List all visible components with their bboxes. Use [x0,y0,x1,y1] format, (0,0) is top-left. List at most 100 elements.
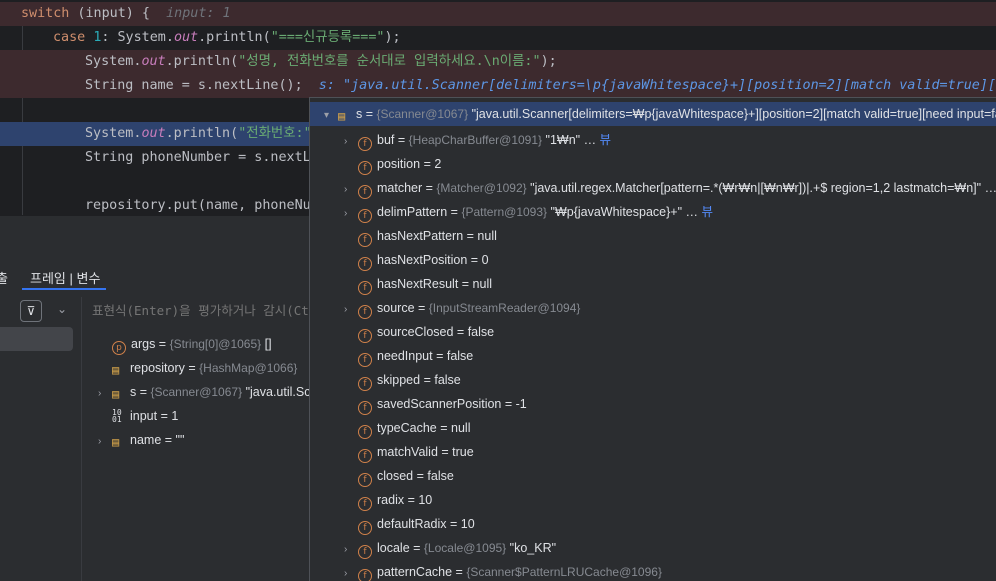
field-value: "₩p{javaWhitespace}+" [550,205,683,219]
field-name: defaultRadix [377,517,447,531]
field-name: delimPattern [377,205,448,219]
field-row[interactable]: f sourceClosed = false [344,320,494,344]
field-type: {Scanner$PatternLRUCache@1096} [466,565,662,579]
field-name: buf [377,133,395,147]
field-row[interactable]: f needInput = false [344,344,473,368]
field-row[interactable]: f skipped = false [344,368,461,392]
field-icon: f [358,353,372,367]
field-icon: f [358,233,372,247]
variable-type: {HashMap@1066} [199,361,298,375]
chevron-right-icon[interactable]: › [344,298,358,322]
popup-root-row[interactable]: ▾ ▤ s = {Scanner@1067} "java.util.Scanner[… [310,102,996,126]
variable-name: input [130,409,158,423]
view-link[interactable]: 뷰 [600,133,612,147]
field-name: hasNextResult [377,277,459,291]
code-line-1[interactable]: switch (input) { input: 1 [0,2,996,26]
field-value: null [451,421,471,435]
value-inspect-popup[interactable]: ▾ ▤ s = {Scanner@1067} "java.util.Scanner[… [309,97,996,581]
field-row[interactable]: › f patternCache = {Scanner$PatternLRUCach… [344,560,662,581]
chevron-right-icon[interactable]: › [344,538,358,562]
chevron-right-icon[interactable]: › [344,178,358,202]
field-icon: f [358,281,372,295]
numeric-variable-icon: 10 01 [112,408,122,424]
field-icon: f [358,329,372,343]
field-row[interactable]: › f delimPattern = {Pattern@1093} "₩p{java… [344,200,713,224]
field-row[interactable]: f hasNextResult = null [344,272,492,296]
chevron-right-icon[interactable]: › [344,202,358,226]
field-row[interactable]: f radix = 10 [344,488,432,512]
view-link[interactable]: 뷰 [701,205,713,219]
field-row[interactable]: f matchValid = true [344,440,474,464]
field-ref: out [141,126,166,141]
chevron-down-icon[interactable]: ▾ [324,104,338,128]
field-row[interactable]: f hasNextPosition = 0 [344,248,489,272]
chevron-right-icon[interactable]: › [344,130,358,154]
code-text: .println( [165,54,239,69]
field-row[interactable]: f hasNextPattern = null [344,224,497,248]
field-name: savedScannerPosition [377,397,502,411]
chevron-right-icon[interactable]: › [344,562,358,581]
chevron-right-icon[interactable]: › [98,430,112,454]
field-name: matchValid [377,445,438,459]
code-line-2[interactable]: case 1: System.out.println("===신규등록===")… [0,26,996,50]
field-value: 10 [460,517,475,531]
field-icon: f [358,473,372,487]
variable-name: args [131,337,156,351]
variable-name: name [130,433,162,447]
field-value: false [427,469,454,483]
code-text: .println( [198,30,271,45]
code-line-3[interactable]: System.out.println("성명, 전화번호를 순서대로 입력하세요… [0,50,996,74]
field-icon: f [358,425,372,439]
field-row[interactable]: › f source = {InputStreamReader@1094} [344,296,580,320]
code-line-4[interactable]: String name = s.nextLine(); s: "java.uti… [0,74,996,98]
field-name: matcher [377,181,423,195]
evaluate-expression-input[interactable] [92,300,322,320]
tab-console-partial[interactable]: 출 [0,268,8,287]
variable-name: s [130,385,137,399]
field-row[interactable]: › f buf = {HeapCharBuffer@1091} "1₩n" … 뷰 [344,128,611,152]
variable-icon: ▤ [112,363,120,377]
variable-type: {String[0]@1065} [169,337,262,351]
variable-row[interactable]: 10 01 input = 1 [98,404,178,428]
field-name: position [377,157,421,171]
field-icon: f [358,521,372,535]
field-row[interactable]: f position = 2 [344,152,441,176]
field-value: null [477,229,497,243]
debugger-window: switch (input) { input: 1 case 1: System… [0,0,996,581]
field-type: {Pattern@1093} [461,205,548,219]
field-icon: f [358,257,372,271]
field-row[interactable]: f closed = false [344,464,454,488]
code-text: System. [85,126,142,141]
variable-row[interactable]: ▤ repository = {HashMap@1066} [98,356,297,380]
field-icon: f [358,449,372,463]
tab-frames-variables[interactable]: 프레임 | 변수 [30,268,100,287]
keyword: case [53,30,86,45]
variable-row[interactable]: › ▤ name = "" [98,428,184,452]
frames-list[interactable] [0,297,82,581]
field-value: "java.util.regex.Matcher[pattern=.*(₩r₩n… [530,181,982,195]
chevron-right-icon[interactable]: › [98,382,112,406]
field-ref: out [141,54,166,69]
field-icon: f [358,497,372,511]
field-name: source [377,301,415,315]
field-name: locale [377,541,410,555]
field-row[interactable]: f savedScannerPosition = -1 [344,392,527,416]
field-name: hasNextPosition [377,253,468,267]
variable-row[interactable]: p args = {String[0]@1065} [] [98,332,272,356]
field-icon: f [358,545,372,559]
field-type: {Matcher@1092} [436,181,527,195]
selected-frame[interactable] [0,327,73,351]
field-value: false [446,349,474,363]
field-row[interactable]: f defaultRadix = 10 [344,512,475,536]
field-row[interactable]: › f locale = {Locale@1095} "ko_KR" [344,536,556,560]
field-value: "1₩n" [545,133,581,147]
field-row[interactable]: › f matcher = {Matcher@1092} "java.util.re… [344,176,996,200]
variable-icon: ▤ [112,387,120,401]
field-row[interactable]: f typeCache = null [344,416,470,440]
code-text: ); [540,54,557,69]
field-value: false [434,373,461,387]
field-ref: out [173,30,199,45]
code-text: : System. [101,30,174,45]
keyword: switch [21,6,70,21]
inline-debug-value[interactable]: s: "java.util.Scanner[delimiters=\p{java… [319,78,996,93]
